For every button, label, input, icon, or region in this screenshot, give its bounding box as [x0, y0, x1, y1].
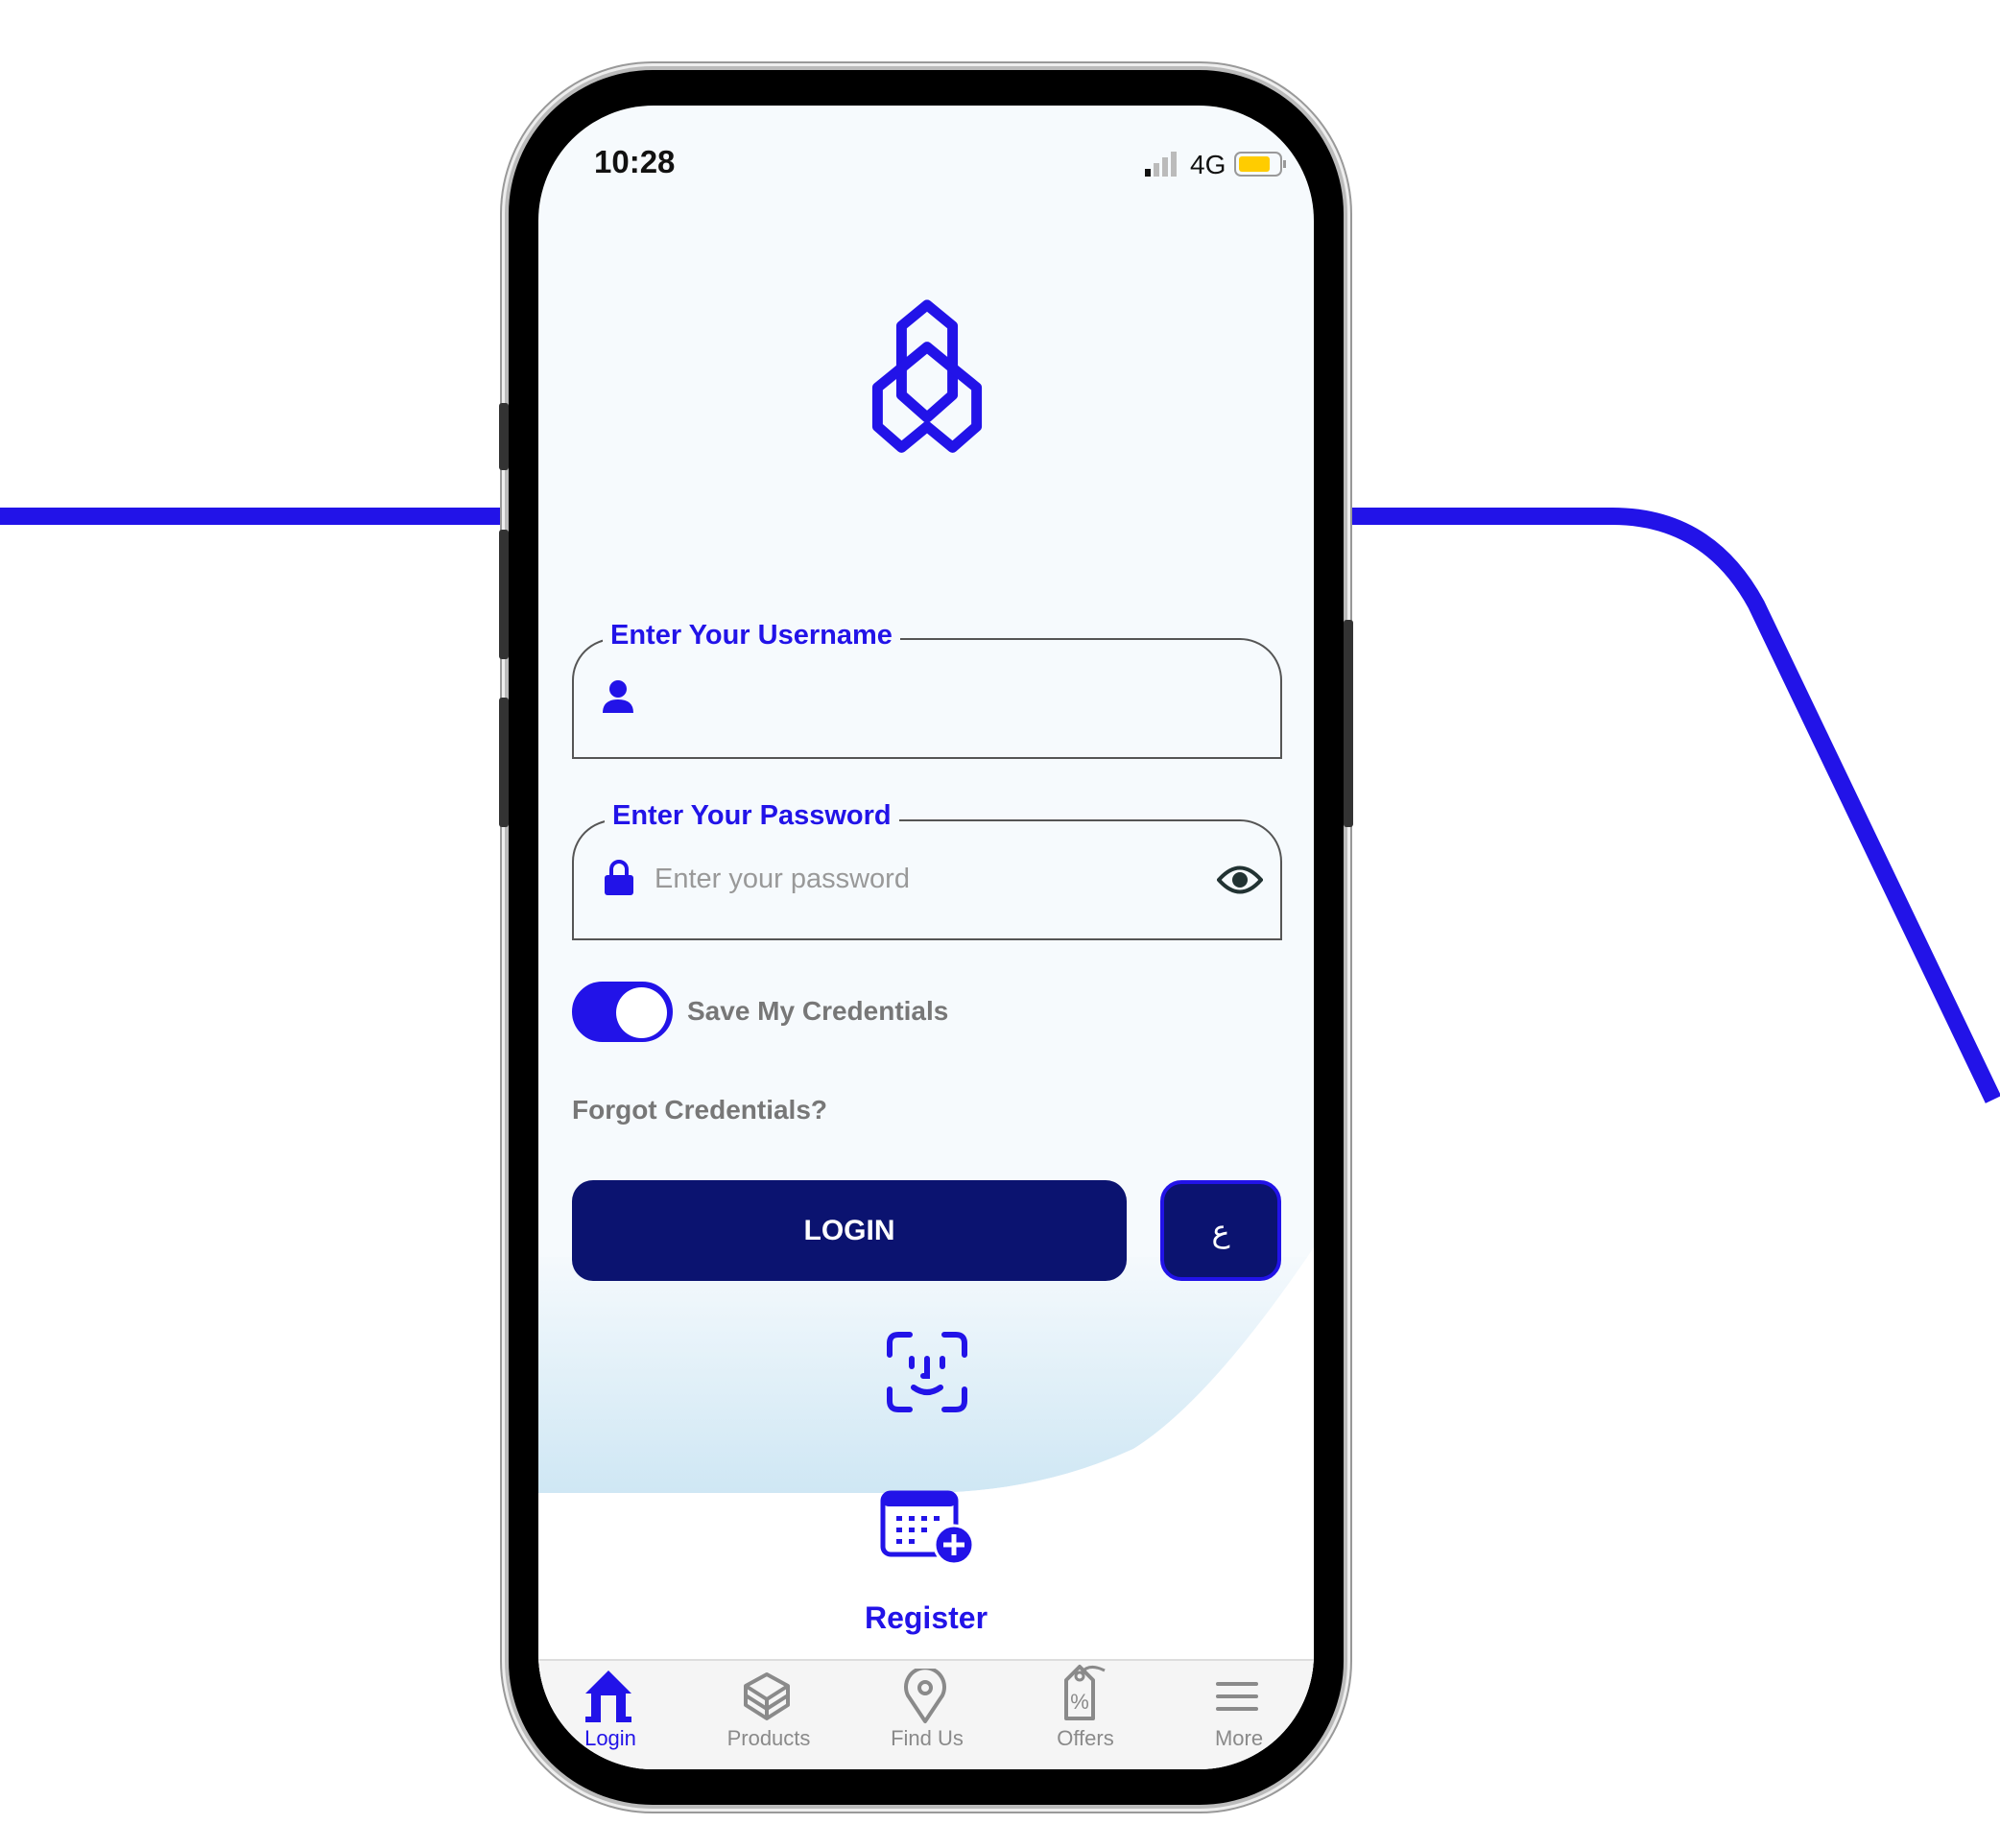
network-type: 4G	[1190, 150, 1226, 179]
toggle-knob	[616, 987, 667, 1038]
tab-offers[interactable]: % Offers	[1013, 1661, 1157, 1769]
username-field[interactable]	[572, 638, 1282, 759]
password-label: Enter Your Password	[605, 800, 899, 832]
user-icon	[603, 680, 633, 713]
hexagon-trefoil-logo	[871, 299, 983, 453]
volume-up-button	[499, 530, 509, 659]
username-label: Enter Your Username	[603, 620, 900, 652]
bottom-tab-bar: Login Products Find Us % Offers More	[538, 1659, 1314, 1769]
login-button[interactable]: LOGIN	[572, 1180, 1127, 1281]
language-toggle-button[interactable]: ع	[1160, 1180, 1281, 1281]
battery-icon	[1234, 152, 1286, 177]
save-credentials-label: Save My Credentials	[687, 996, 949, 1026]
eye-icon[interactable]	[1217, 864, 1263, 896]
save-credentials-toggle[interactable]	[572, 982, 673, 1042]
lock-icon	[605, 860, 633, 895]
power-button	[1344, 620, 1353, 827]
cellular-signal-icon	[1145, 152, 1177, 177]
tab-find-us[interactable]: Find Us	[855, 1661, 999, 1769]
tab-login[interactable]: Login	[538, 1661, 682, 1769]
tab-label: Products	[726, 1726, 811, 1750]
volume-down-button	[499, 698, 509, 827]
password-input[interactable]: Enter your password	[655, 864, 910, 895]
percent-tag-icon: %	[1064, 1665, 1106, 1720]
svg-text:%: %	[1070, 1690, 1089, 1714]
calendar-plus-icon[interactable]	[880, 1487, 976, 1566]
tab-more[interactable]: More	[1167, 1661, 1311, 1769]
face-id-icon[interactable]	[887, 1332, 967, 1412]
forgot-credentials-link[interactable]: Forgot Credentials?	[572, 1095, 827, 1125]
mute-switch	[499, 403, 509, 470]
location-pin-icon	[904, 1669, 946, 1723]
tab-label: Login	[584, 1726, 636, 1750]
box-icon	[744, 1672, 790, 1720]
tab-label: Offers	[1057, 1726, 1114, 1750]
login-screen: 10:28 4G Enter Your Username Enter Your …	[538, 106, 1314, 1769]
tab-label: Find Us	[891, 1726, 964, 1750]
home-icon	[585, 1670, 631, 1722]
status-time: 10:28	[594, 144, 676, 179]
register-link[interactable]: Register	[538, 1600, 1314, 1636]
tab-label: More	[1214, 1726, 1264, 1750]
menu-icon	[1216, 1682, 1258, 1711]
tab-products[interactable]: Products	[697, 1661, 841, 1769]
